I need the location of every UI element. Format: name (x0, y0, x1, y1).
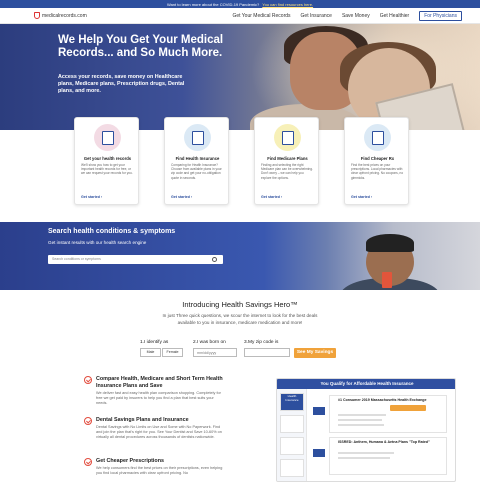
get-started-link[interactable]: Get started › (171, 195, 192, 199)
result-title: ISSRED: Anthem, Humana & Aetna Plans "To… (338, 440, 430, 444)
card-title: Get your health records (83, 156, 132, 161)
get-started-link[interactable]: Get started › (81, 195, 102, 199)
shield-icon (34, 12, 40, 19)
nav-get-healthier[interactable]: Get Healthier (380, 13, 409, 19)
male-button[interactable]: Male (140, 348, 161, 357)
result-line (338, 424, 384, 426)
medicare-icon (274, 124, 301, 151)
hero-banner: We Help You Get Your Medical Records... … (0, 24, 480, 130)
tab-placeholder (280, 437, 304, 455)
feature-desc: We deliver fast and easy health plan com… (96, 391, 221, 405)
results-preview: You Qualify for Affordable Health Insura… (276, 378, 456, 482)
q3-label: 3.My zip code is (244, 340, 279, 345)
feature-dental: Dental Savings Plans and Insurance Denta… (84, 417, 230, 447)
feature-compare: Compare Health, Medicare and Short Term … (84, 376, 230, 406)
logo-text: medicalrecords.com (42, 12, 87, 19)
get-started-link[interactable]: Get started › (351, 195, 372, 199)
feature-title: Compare Health, Medicare and Short Term … (96, 376, 223, 389)
insurer-logo (312, 448, 326, 458)
logo[interactable]: medicalrecords.com (34, 12, 87, 19)
search-subtitle: Get instant results with our health sear… (48, 240, 147, 245)
card-title: Find Health Insurance (175, 156, 220, 161)
tab-health-insurance: Health Insurance (280, 393, 304, 411)
nav-save-money[interactable]: Save Money (342, 13, 370, 19)
card-health-insurance[interactable]: Find Health Insurance Comparing for Heal… (164, 117, 229, 205)
result-title: #1 Consumer 2019 Massachusetts Health Ex… (338, 398, 427, 402)
result-badge (390, 405, 426, 411)
search-photo-hair (366, 234, 414, 252)
q1-label: 1.I identify as (140, 340, 169, 345)
female-button[interactable]: Female (162, 348, 183, 357)
hsh-description: In just Three quick questions, we scour … (162, 313, 318, 325)
feature-prescriptions: Get Cheaper Prescriptions We help consum… (84, 458, 230, 480)
hero-subtitle: Access your records, save money on Healt… (58, 74, 185, 94)
feature-desc: Dental Savings with No Limits on Use and… (96, 425, 222, 439)
feature-title: Dental Savings Plans and Insurance (96, 417, 189, 423)
search-photo-phone (382, 272, 392, 288)
result-line (338, 452, 394, 454)
get-started-link[interactable]: Get started › (261, 195, 282, 199)
card-title: Find Cheaper Rx (360, 156, 395, 161)
result-row: ISSRED: Anthem, Humana & Aetna Plans "To… (312, 437, 447, 475)
results-bar: You Qualify for Affordable Health Insura… (277, 379, 455, 389)
dob-input[interactable]: mm/dd/yyyy (193, 348, 237, 357)
main-nav: medicalrecords.com Get Your Medical Reco… (0, 8, 480, 24)
covid-resources-link[interactable]: You can find resources here. (262, 2, 313, 7)
tab-placeholder (280, 459, 304, 477)
nav-get-insurance[interactable]: Get Insurance (301, 13, 332, 19)
zip-input[interactable] (244, 348, 290, 357)
card-health-records[interactable]: Get your health records We'll show you h… (74, 117, 139, 205)
result-line (338, 414, 386, 416)
card-title: Find Medicare Plans (267, 156, 308, 161)
card-desc: Comparing for Health Insurance? Choose f… (171, 163, 222, 180)
clipboard-icon (184, 124, 211, 151)
hospital-icon (94, 124, 121, 151)
result-row: #1 Consumer 2019 Massachusetts Health Ex… (312, 395, 447, 433)
check-icon (84, 376, 92, 384)
service-cards: Get your health records We'll show you h… (0, 117, 480, 222)
card-desc: Find the best prices on your prescriptio… (351, 163, 404, 180)
pill-icon (364, 124, 391, 151)
result-line (338, 419, 382, 421)
check-icon (84, 417, 92, 425)
card-desc: Finding and selecting the right Medicare… (261, 163, 313, 180)
insurer-logo (312, 406, 326, 416)
card-cheaper-rx[interactable]: Find Cheaper Rx Find the best prices on … (344, 117, 409, 205)
card-medicare[interactable]: Find Medicare Plans Finding and selectin… (254, 117, 319, 205)
card-desc: We'll show you how to get your important… (81, 163, 133, 176)
for-physicians-button[interactable]: For Physicians (419, 11, 462, 21)
tab-placeholder (280, 415, 304, 433)
check-icon (84, 458, 92, 466)
feature-desc: We help consumers find the best prices o… (96, 466, 223, 475)
search-title: Search health conditions & symptoms (48, 228, 176, 235)
feature-title: Get Cheaper Prescriptions (96, 458, 165, 464)
hsh-title: Introducing Health Savings Hero™ (182, 300, 298, 309)
search-input[interactable]: Search conditions or symptoms (48, 255, 223, 264)
see-my-savings-button[interactable]: See My Savings (294, 348, 336, 358)
result-line (338, 457, 390, 459)
announcement-bar: Want to learn more about the COVID-19 Pa… (0, 0, 480, 8)
q2-label: 2.I was born on (193, 340, 226, 345)
hero-title: We Help You Get Your Medical Records... … (58, 34, 224, 59)
announcement-text: Want to learn more about the COVID-19 Pa… (166, 1, 260, 7)
nav-get-records[interactable]: Get Your Medical Records (232, 13, 290, 19)
search-icon[interactable] (212, 257, 217, 262)
search-section: Search health conditions & symptoms Get … (0, 222, 480, 290)
results-sidebar: Health Insurance (277, 389, 307, 481)
